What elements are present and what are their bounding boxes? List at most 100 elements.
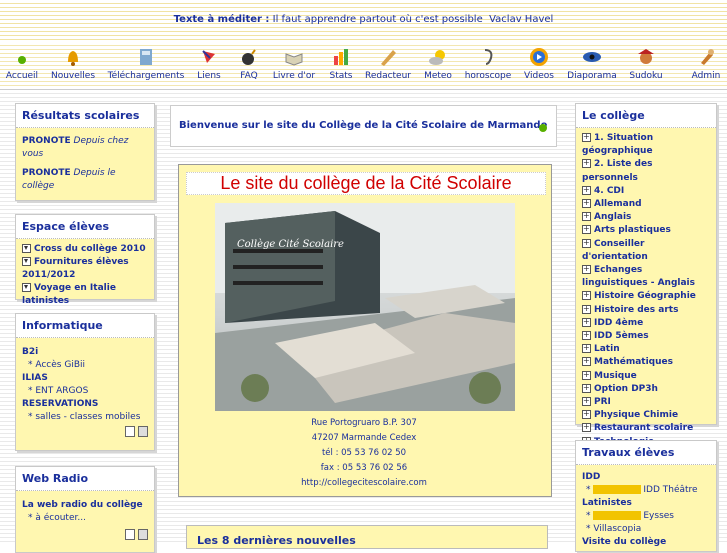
nav-meteo[interactable]: Meteo [422, 46, 454, 81]
highlight-bar [593, 511, 642, 520]
idd-theatre-link[interactable]: IDD Théâtre [643, 485, 697, 495]
radio-link[interactable]: La web radio du collège [22, 500, 143, 510]
college-item-link[interactable]: Latin [594, 344, 620, 354]
nav-faq[interactable]: FAQ [236, 46, 262, 81]
photo-sign-text: Collège Cité Scolaire [237, 239, 344, 250]
nav-sudoku[interactable]: Sudoku [628, 46, 664, 81]
college-item-link[interactable]: Mathématiques [594, 357, 673, 367]
nav-label: Liens [197, 71, 221, 81]
list-item[interactable]: Fournitures élèves 2011/2012 [22, 257, 129, 280]
college-list-item[interactable]: 2. Liste des personnels [582, 156, 710, 184]
college-list-item[interactable]: Musique [582, 368, 710, 383]
gibii-link[interactable]: * Accès GiBii [22, 359, 148, 372]
college-item-link[interactable]: 4. CDI [594, 186, 624, 196]
site-title: Le site du collège de la Cité Scolaire [186, 172, 546, 195]
college-list-item[interactable]: Histoire des arts [582, 302, 710, 317]
college-item-link[interactable]: Echanges linguistiques - Anglais [582, 265, 695, 288]
nav-stats[interactable]: Stats [326, 46, 356, 81]
phone-line: tél : 05 53 76 02 50 [321, 448, 407, 458]
college-item-link[interactable]: Histoire Géographie [594, 291, 696, 301]
villascopia-link[interactable]: * Villascopia [582, 523, 710, 536]
nav-redacteur[interactable]: Redacteur [364, 46, 412, 81]
college-list-item[interactable]: Mathématiques [582, 354, 710, 369]
bell-icon [68, 51, 78, 66]
nav-videos[interactable]: Videos [522, 46, 556, 81]
pronote-link[interactable]: PRONOTE [22, 136, 71, 146]
idd-link[interactable]: IDD [582, 472, 600, 482]
salles-link[interactable]: * salles - classes mobiles [22, 411, 148, 424]
college-item-link[interactable]: Physique Chimie [594, 410, 678, 420]
nav-accueil[interactable]: Accueil [4, 46, 40, 81]
nav-label: Videos [524, 71, 554, 81]
college-item-link[interactable]: 1. Situation géographique [582, 133, 653, 156]
college-list-item[interactable]: Latin [582, 341, 710, 356]
college-list-item[interactable]: Anglais [582, 209, 710, 224]
college-list-item[interactable]: Histoire Géographie [582, 288, 710, 303]
weather-icon [429, 50, 445, 65]
ent-argos-link[interactable]: * ENT ARGOS [22, 385, 148, 398]
nav-telechargements[interactable]: Téléchargements [106, 46, 186, 81]
nav-livre-dor[interactable]: Livre d'or [272, 46, 316, 81]
nav-admin[interactable]: Admin [690, 46, 722, 81]
expand-plus-icon [582, 302, 591, 315]
website-link[interactable]: http://collegecitescolaire.com [178, 476, 550, 491]
video-icon [530, 48, 548, 66]
college-item-link[interactable]: IDD 5èmes [594, 331, 649, 341]
college-list-item[interactable]: Restaurant scolaire [582, 420, 710, 435]
quote-label: Texte à méditer : [173, 14, 270, 25]
welcome-title: Bienvenue sur le site du Collège de la C… [179, 120, 548, 131]
expand-plus-icon [582, 130, 591, 143]
college-list-item[interactable]: PRI [582, 394, 710, 409]
college-list-item[interactable]: 1. Situation géographique [582, 130, 710, 158]
college-list-item[interactable]: Arts plastiques [582, 222, 710, 237]
college-item-link[interactable]: Option DP3h [594, 384, 658, 394]
address-line: Rue Portogruaro B.P. 307 [311, 418, 417, 428]
radio-listen-link[interactable]: * à écouter... [22, 512, 148, 525]
college-list-item[interactable]: IDD 4ème [582, 315, 710, 330]
college-list-item[interactable]: 4. CDI [582, 183, 710, 198]
print-icon[interactable] [138, 426, 148, 437]
college-list-item[interactable]: Conseiller d'orientation [582, 236, 710, 264]
pronote-link[interactable]: PRONOTE [22, 168, 71, 178]
box-title: Espace élèves [16, 215, 154, 239]
college-list-item[interactable]: Allemand [582, 196, 710, 211]
college-list-item[interactable]: IDD 5èmes [582, 328, 710, 343]
college-item-link[interactable]: Anglais [594, 212, 631, 222]
latinistes-link[interactable]: Latinistes [582, 498, 632, 508]
college-item-link[interactable]: Musique [594, 371, 637, 381]
b2i-link[interactable]: B2i [22, 347, 38, 357]
print-icon[interactable] [138, 529, 148, 540]
college-list-item[interactable]: Physique Chimie [582, 407, 710, 422]
reservations-link[interactable]: RESERVATIONS [22, 399, 98, 409]
expand-plus-icon [582, 315, 591, 328]
nav-horoscope[interactable]: horoscope [464, 46, 512, 81]
ilias-link[interactable]: ILIAS [22, 373, 48, 383]
quote-line: Texte à méditer : Il faut apprendre part… [0, 14, 727, 25]
college-item-link[interactable]: Restaurant scolaire [594, 423, 693, 433]
expand-plus-icon [582, 196, 591, 209]
document-icon[interactable] [125, 529, 136, 540]
address-line: 47207 Marmande Cedex [311, 433, 417, 443]
college-item-link[interactable]: PRI [594, 397, 611, 407]
college-list-item[interactable]: Option DP3h [582, 381, 710, 396]
college-item-link[interactable]: IDD 4ème [594, 318, 643, 328]
document-icon[interactable] [125, 426, 136, 437]
expand-plus-icon [582, 183, 591, 196]
kite-icon [202, 50, 215, 63]
college-item-link[interactable]: Allemand [594, 199, 642, 209]
college-item-link[interactable]: Histoire des arts [594, 305, 678, 315]
list-item[interactable]: Voyage en Italie latinistes [22, 283, 116, 306]
highlight-bar [593, 485, 642, 494]
fax-line: fax : 05 53 76 02 56 [320, 463, 408, 473]
college-list-item[interactable]: Echanges linguistiques - Anglais [582, 262, 710, 290]
college-item-link[interactable]: 2. Liste des personnels [582, 159, 652, 182]
nav-diaporama[interactable]: Diaporama [566, 46, 618, 81]
nav-nouvelles[interactable]: Nouvelles [50, 46, 96, 81]
college-item-link[interactable]: Arts plastiques [594, 225, 671, 235]
visite-link[interactable]: Visite du collège [582, 537, 666, 547]
eysses-link[interactable]: Eysses [643, 511, 674, 521]
college-item-link[interactable]: Conseiller d'orientation [582, 239, 648, 262]
expand-plus-icon [582, 288, 591, 302]
nav-liens[interactable]: Liens [194, 46, 224, 81]
list-item[interactable]: Cross du collège 2010 [34, 244, 146, 254]
